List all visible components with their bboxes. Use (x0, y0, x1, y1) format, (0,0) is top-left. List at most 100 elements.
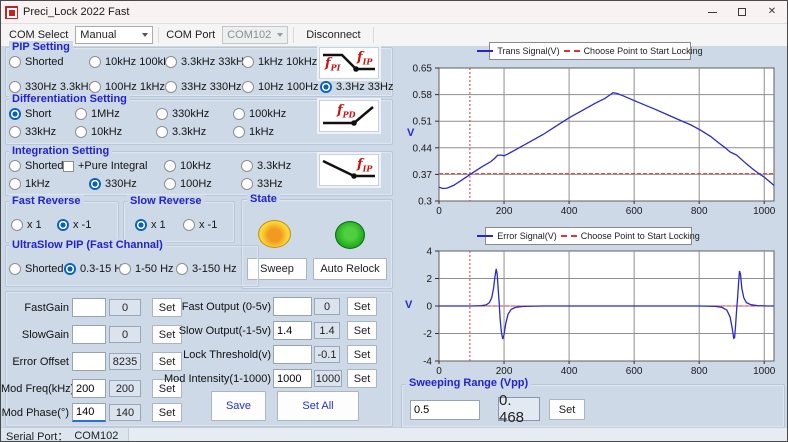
radio-pip-shorted[interactable]: Shorted (9, 56, 89, 68)
radio-integ-330hz[interactable]: 330Hz (89, 178, 164, 190)
radio-pip-100-1k[interactable]: 100Hz 1kHz (89, 81, 165, 93)
fast-output-set-button[interactable]: Set (347, 297, 377, 316)
radio-slow-reverse-x1[interactable]: x 1 (135, 219, 183, 231)
radio-pip-330-3k3[interactable]: 330Hz 3.3kHz (9, 81, 89, 93)
mod-freq-input[interactable] (72, 379, 106, 398)
error-signal-legend-label: Error Signal(V) (497, 231, 557, 241)
slow-output-input[interactable] (273, 321, 312, 340)
set-all-button[interactable]: Set All (277, 391, 359, 421)
window-controls: ✕ (697, 1, 787, 23)
error-signal-chart[interactable]: 02004006008001000-4-2024 (439, 251, 774, 361)
sweeping-range-input[interactable] (410, 400, 480, 420)
lock-threshold-label: Lock Threshold(v) (159, 349, 271, 361)
trans-chart-y-axis-label: V (407, 127, 414, 139)
minimize-icon (708, 12, 717, 13)
radio-diff-short[interactable]: Short (9, 108, 75, 120)
trans-signal-chart[interactable]: 020040060080010000.30.370.440.510.580.65 (439, 68, 774, 201)
radio-integ-3k3hz[interactable]: 3.3kHz (241, 160, 321, 172)
maximize-button[interactable] (727, 1, 757, 23)
fast-reverse-row: x 1 x -1 (11, 216, 91, 234)
title-bar: Preci_Lock 2022 Fast ✕ (1, 1, 787, 24)
mod-intensity-label: Mod Intensity(1-1000) (159, 373, 271, 385)
fast-output-input[interactable] (273, 297, 312, 316)
radio-label: 33kHz (25, 126, 56, 138)
svg-text:-2: -2 (423, 329, 432, 340)
radio-icon (165, 81, 177, 93)
error-offset-label: Error Offset (1, 356, 69, 368)
disconnect-button[interactable]: Disconnect (299, 26, 367, 44)
radio-pip-10-100[interactable]: 10Hz 100Hz (242, 81, 320, 93)
radio-slow-reverse-x-1[interactable]: x -1 (183, 219, 217, 231)
radio-label: Shorted (25, 160, 64, 172)
app-window: Preci_Lock 2022 Fast ✕ COM Select Manual… (0, 0, 788, 442)
radio-icon (241, 178, 253, 190)
radio-diff-100khz[interactable]: 100kHz (233, 108, 313, 120)
slow-output-set-button[interactable]: Set (347, 321, 377, 340)
radio-icon (233, 126, 245, 138)
mod-intensity-set-button[interactable]: Set (347, 369, 377, 388)
radio-icon (9, 178, 21, 190)
radio-icon (183, 219, 195, 231)
svg-text:0.44: 0.44 (413, 143, 433, 154)
radio-ultraslow-03-15hz[interactable]: 0.3-15 Hz (64, 263, 119, 275)
radio-label: 3.3Hz 33Hz (336, 81, 393, 93)
auto-relock-button[interactable]: Auto Relock (313, 258, 387, 280)
slowgain-input[interactable] (72, 325, 106, 344)
radio-integ-1khz[interactable]: 1kHz (9, 178, 89, 190)
radio-icon (89, 81, 101, 93)
com-select-dropdown[interactable]: Manual (75, 26, 153, 44)
error-offset-input[interactable] (72, 352, 106, 371)
radio-label: 330kHz (172, 108, 209, 120)
radio-diff-3k3hz[interactable]: 3.3kHz (156, 126, 233, 138)
radio-icon (176, 263, 188, 275)
radio-integ-100hz[interactable]: 100Hz (164, 178, 241, 190)
radio-integ-shorted[interactable]: Shorted (9, 160, 63, 172)
fastgain-input[interactable] (72, 298, 106, 317)
lock-point-legend-label: Choose Point to Start Locking (581, 231, 700, 241)
sweeping-range-set-button[interactable]: Set (549, 399, 585, 420)
checkbox-pure-integral[interactable]: +Pure Integral (63, 160, 164, 172)
checkbox-icon (63, 161, 74, 172)
radio-icon (233, 108, 245, 120)
radio-icon (241, 160, 253, 172)
mod-freq-label: Mod Freq(kHz) (1, 383, 69, 395)
radio-pip-10k-100k[interactable]: 10kHz 100kHz (89, 56, 165, 68)
radio-integ-10khz[interactable]: 10kHz (164, 160, 241, 172)
sweeping-range-readout: 0. 468 (498, 397, 540, 421)
radio-ultraslow-3-150hz[interactable]: 3-150 Hz (176, 263, 237, 275)
radio-diff-1khz[interactable]: 1kHz (233, 126, 313, 138)
toolbar-separator (158, 27, 159, 43)
radio-icon (164, 160, 176, 172)
lock-threshold-set-button[interactable]: Set (347, 345, 377, 364)
radio-pip-3k3-33k[interactable]: 3.3kHz 33kHz (165, 56, 242, 68)
radio-diff-330khz[interactable]: 330kHz (156, 108, 233, 120)
error-chart-legend: Error Signal(V) Choose Point to Start Lo… (485, 227, 692, 245)
radio-integ-33hz[interactable]: 33Hz (241, 178, 321, 190)
radio-diff-1mhz[interactable]: 1MHz (75, 108, 156, 120)
radio-fast-reverse-x1[interactable]: x 1 (11, 219, 57, 231)
close-button[interactable]: ✕ (757, 1, 787, 23)
radio-diff-33khz[interactable]: 33kHz (9, 126, 75, 138)
save-button[interactable]: Save (211, 391, 266, 421)
radio-pip-33-330[interactable]: 33Hz 330Hz (165, 81, 242, 93)
radio-icon (242, 56, 254, 68)
radio-pip-3hz3-33hz[interactable]: 3.3Hz 33Hz (320, 81, 392, 93)
mod-phase-input[interactable] (72, 403, 106, 422)
com-port-dropdown[interactable]: COM102 (222, 26, 288, 44)
radio-label: x -1 (199, 219, 217, 231)
radio-fast-reverse-x-1[interactable]: x -1 (57, 219, 91, 231)
radio-label: 100Hz 1kHz (105, 81, 165, 93)
status-bar: Serial Port： COM102 (1, 427, 787, 442)
lock-threshold-input[interactable] (273, 345, 312, 364)
radio-pip-1k-10k[interactable]: 1kHz 10kHz (242, 56, 320, 68)
slow-reverse-title: Slow Reverse (127, 195, 205, 207)
radio-ultraslow-1-50hz[interactable]: 1-50 Hz (119, 263, 176, 275)
minimize-button[interactable] (697, 1, 727, 23)
mod-phase-set-button[interactable]: Set (152, 403, 182, 422)
lock-point-line-sample (561, 235, 577, 237)
radio-ultraslow-shorted[interactable]: Shorted (9, 263, 64, 275)
svg-text:0.51: 0.51 (413, 117, 433, 128)
radio-diff-10khz[interactable]: 10kHz (75, 126, 156, 138)
ultraslow-pip-title: UltraSlow PIP (Fast Channal) (9, 239, 166, 251)
mod-intensity-input[interactable] (273, 369, 312, 388)
